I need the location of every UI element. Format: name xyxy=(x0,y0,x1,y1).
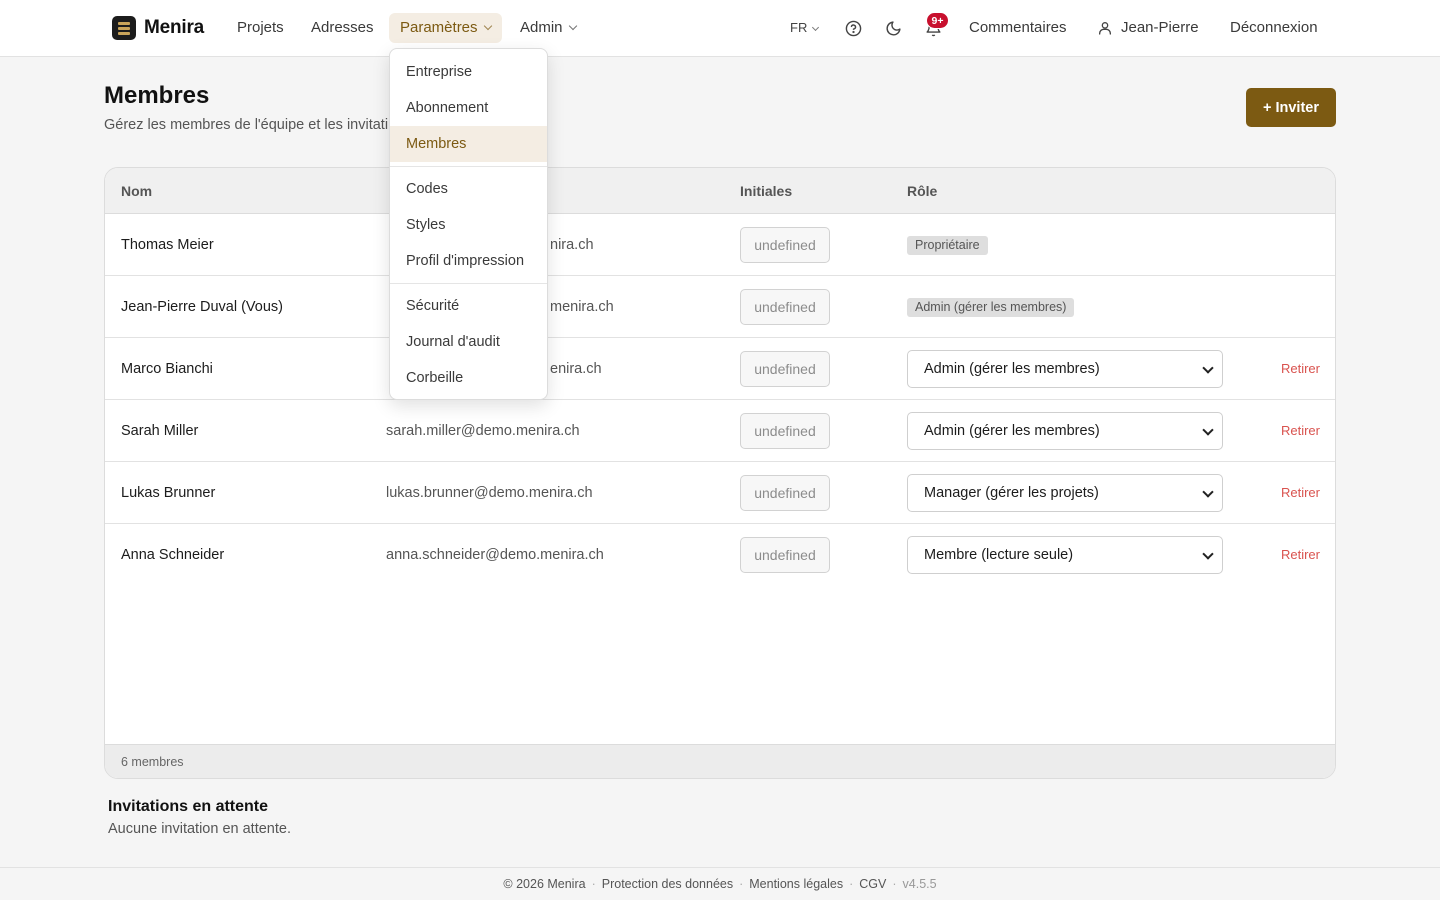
language-selector[interactable]: FR xyxy=(790,13,820,43)
invite-button[interactable]: + Inviter xyxy=(1246,88,1336,127)
table-row: Thomas Meier nira.ch undefined Propriéta… xyxy=(105,214,1335,276)
role-select[interactable]: Admin (gérer les membres) xyxy=(907,412,1223,450)
legal-link[interactable]: Mentions légales xyxy=(749,877,843,891)
menu-item-codes[interactable]: Codes xyxy=(390,171,547,207)
page-footer: © 2026 Menira · Protection des données · Men… xyxy=(0,867,1440,900)
member-email: enira.ch xyxy=(550,361,602,377)
column-header-initials: Initiales xyxy=(740,183,793,199)
user-menu[interactable]: Jean-Pierre xyxy=(1097,13,1199,43)
chevron-down-icon xyxy=(1202,424,1214,436)
brand-name: Menira xyxy=(144,17,205,38)
menu-item-securite[interactable]: Sécurité xyxy=(390,288,547,324)
initials-input[interactable]: undefined xyxy=(740,289,830,325)
menu-item-membres[interactable]: Membres xyxy=(390,126,547,162)
members-table: Nom Initiales Rôle Thomas Meier nira.ch … xyxy=(104,167,1336,779)
member-email: lukas.brunner@demo.menira.ch xyxy=(386,485,593,501)
nav-adresses[interactable]: Adresses xyxy=(300,13,385,43)
dark-mode-icon[interactable] xyxy=(884,19,902,37)
nav-admin[interactable]: Admin xyxy=(509,13,587,43)
chevron-down-icon xyxy=(1202,548,1214,560)
brand-logo[interactable]: Menira xyxy=(112,16,204,40)
nav-parametres[interactable]: Paramètres xyxy=(389,13,502,43)
table-row: Sarah Miller sarah.miller@demo.menira.ch… xyxy=(105,400,1335,462)
role-select[interactable]: Membre (lecture seule) xyxy=(907,536,1223,574)
member-email: sarah.miller@demo.menira.ch xyxy=(386,423,580,439)
column-header-name: Nom xyxy=(121,183,153,199)
initials-input[interactable]: undefined xyxy=(740,227,830,263)
privacy-link[interactable]: Protection des données xyxy=(602,877,733,891)
role-badge: Admin (gérer les membres) xyxy=(907,298,1075,317)
menu-divider xyxy=(390,166,547,167)
menu-item-profil-impression[interactable]: Profil d'impression xyxy=(390,243,547,279)
remove-member-button[interactable]: Retirer xyxy=(1281,400,1320,462)
menu-item-abonnement[interactable]: Abonnement xyxy=(390,90,547,126)
chevron-down-icon xyxy=(1202,362,1214,374)
terms-link[interactable]: CGV xyxy=(859,877,886,891)
logout-link[interactable]: Déconnexion xyxy=(1230,13,1318,43)
invitations-empty-text: Aucune invitation en attente. xyxy=(108,821,291,837)
member-email: menira.ch xyxy=(550,299,614,315)
table-row: Marco Bianchi enira.ch undefined Admin (… xyxy=(105,338,1335,400)
page-title: Membres xyxy=(104,82,210,109)
member-email: anna.schneider@demo.menira.ch xyxy=(386,547,604,563)
chevron-down-icon xyxy=(568,21,577,31)
initials-input[interactable]: undefined xyxy=(740,413,830,449)
table-row: Anna Schneider anna.schneider@demo.menir… xyxy=(105,524,1335,586)
top-navbar: Menira Projets Adresses Paramètres Admin… xyxy=(0,0,1440,57)
table-row: Jean-Pierre Duval (Vous) menira.ch undef… xyxy=(105,276,1335,338)
nav-projets[interactable]: Projets xyxy=(226,13,295,43)
initials-input[interactable]: undefined xyxy=(740,475,830,511)
remove-member-button[interactable]: Retirer xyxy=(1281,524,1320,586)
menu-item-corbeille[interactable]: Corbeille xyxy=(390,360,547,396)
remove-member-button[interactable]: Retirer xyxy=(1281,338,1320,400)
menu-item-journal-audit[interactable]: Journal d'audit xyxy=(390,324,547,360)
initials-input[interactable]: undefined xyxy=(740,351,830,387)
copyright: © 2026 Menira xyxy=(503,877,586,891)
member-name: Sarah Miller xyxy=(121,423,199,439)
page-subtitle: Gérez les membres de l'équipe et les inv… xyxy=(104,117,389,133)
member-name: Jean-Pierre Duval (Vous) xyxy=(121,299,283,315)
user-name: Jean-Pierre xyxy=(1121,19,1199,36)
column-header-role: Rôle xyxy=(907,183,938,199)
chevron-down-icon xyxy=(1202,486,1214,498)
logo-icon xyxy=(112,16,136,40)
member-name: Thomas Meier xyxy=(121,237,214,253)
table-row: Lukas Brunner lukas.brunner@demo.menira.… xyxy=(105,462,1335,524)
member-email: nira.ch xyxy=(550,237,594,253)
member-count: 6 membres xyxy=(105,744,1335,778)
invitations-title: Invitations en attente xyxy=(108,798,269,815)
member-name: Lukas Brunner xyxy=(121,485,216,501)
role-select[interactable]: Manager (gérer les projets) xyxy=(907,474,1223,512)
user-icon xyxy=(1099,22,1111,35)
menu-item-entreprise[interactable]: Entreprise xyxy=(390,54,547,90)
remove-member-button[interactable]: Retirer xyxy=(1281,462,1320,524)
settings-dropdown-menu: Entreprise Abonnement Membres Codes Styl… xyxy=(389,48,548,400)
member-name: Marco Bianchi xyxy=(121,361,213,377)
notification-badge: 9+ xyxy=(926,12,949,29)
role-select[interactable]: Admin (gérer les membres) xyxy=(907,350,1223,388)
table-header: Nom Initiales Rôle xyxy=(105,168,1335,214)
menu-item-styles[interactable]: Styles xyxy=(390,207,547,243)
chevron-down-icon xyxy=(812,23,820,32)
app-version: v4.5.5 xyxy=(902,877,937,891)
chevron-down-icon xyxy=(483,21,492,31)
role-badge: Propriétaire xyxy=(907,236,988,255)
initials-input[interactable]: undefined xyxy=(740,537,830,573)
member-name: Anna Schneider xyxy=(121,547,225,563)
feedback-link[interactable]: Commentaires xyxy=(969,13,1067,43)
menu-divider xyxy=(390,283,547,284)
help-icon[interactable] xyxy=(844,19,862,37)
